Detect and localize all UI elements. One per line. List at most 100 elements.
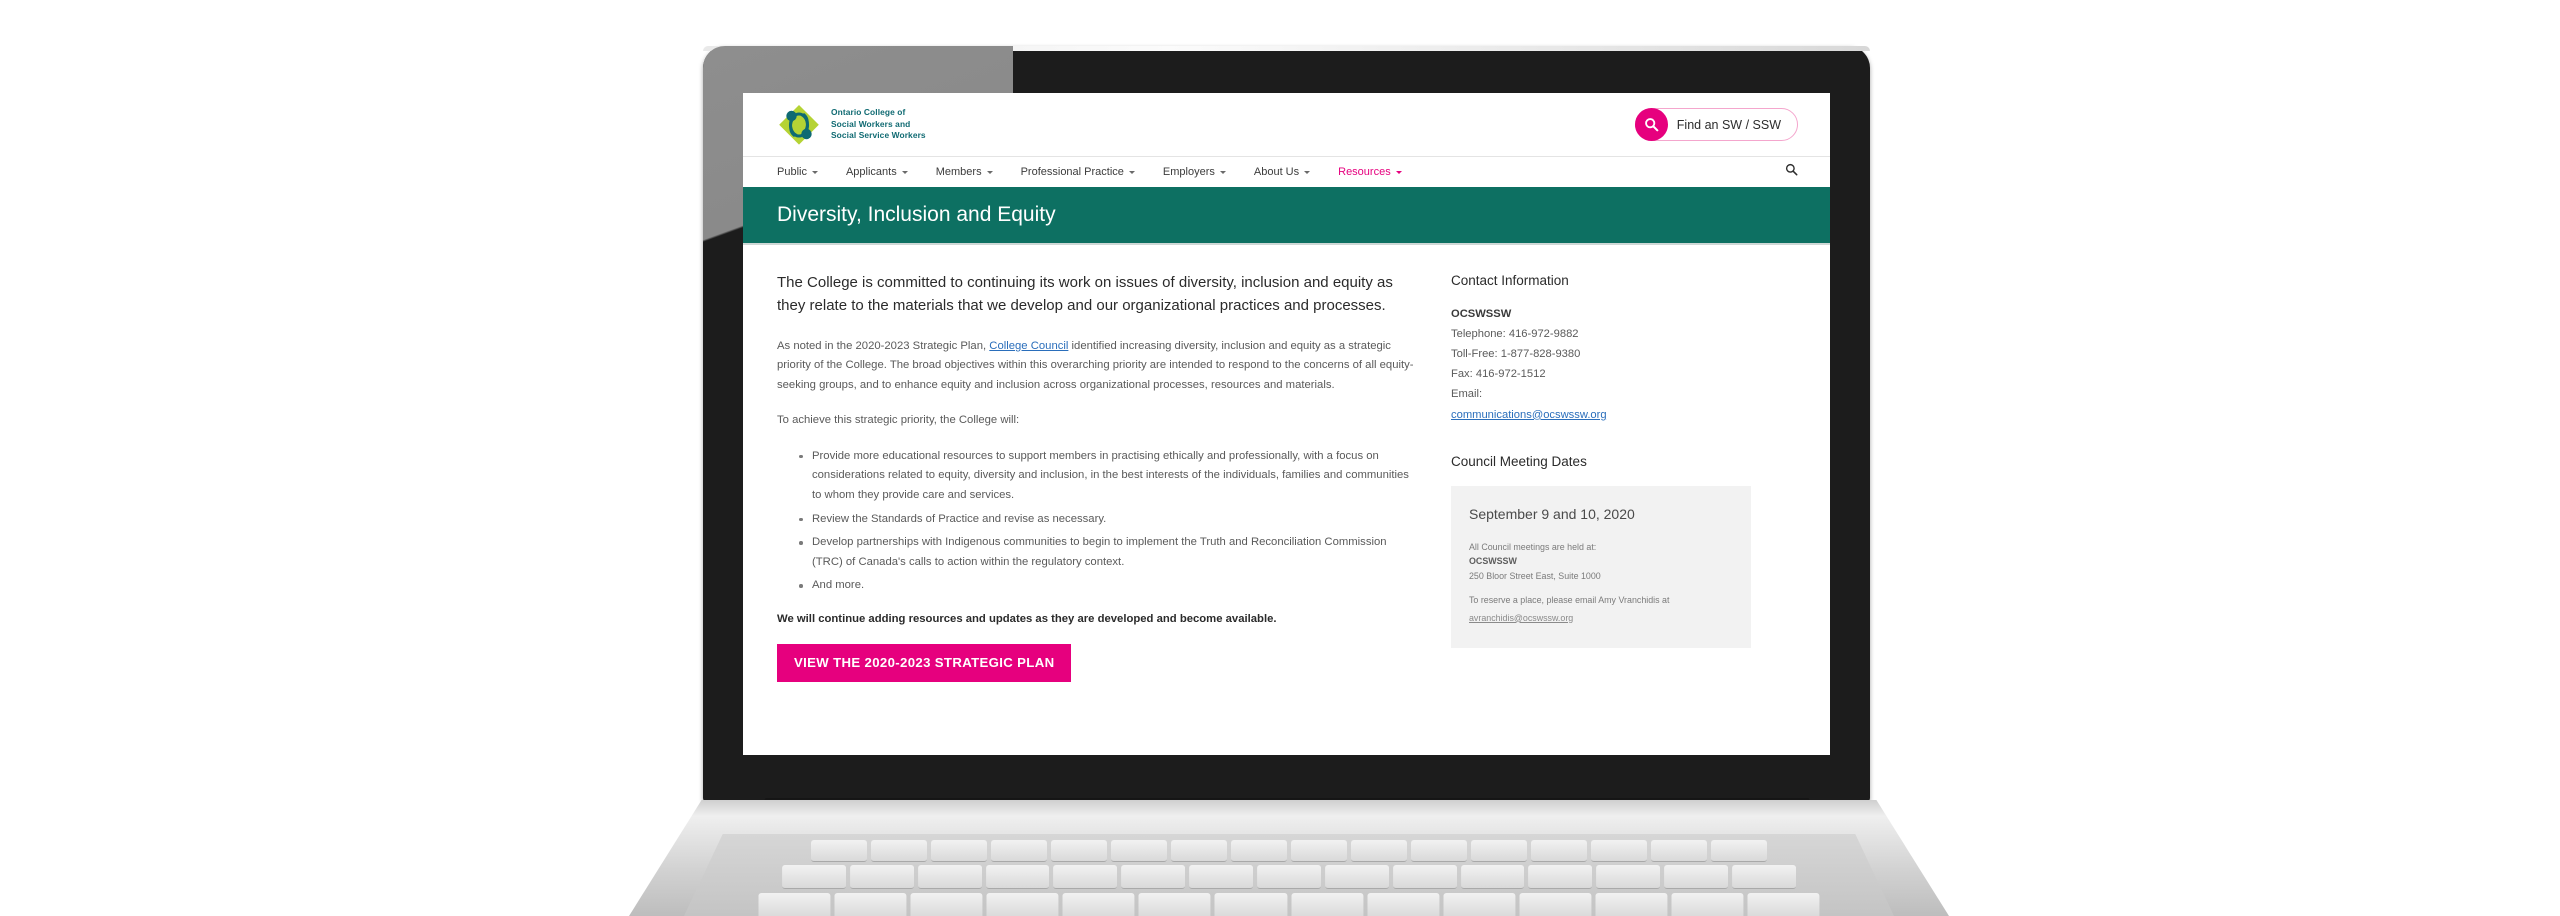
brand-line-3: Social Service Workers xyxy=(831,130,926,141)
council-meeting-card: September 9 and 10, 2020 All Council mee… xyxy=(1451,485,1751,648)
nav-item-resources[interactable]: Resources xyxy=(1338,166,1402,178)
contact-email-link[interactable]: communications@ocswssw.org xyxy=(1451,409,1607,421)
college-council-link[interactable]: College Council xyxy=(989,340,1068,352)
keyboard-key xyxy=(1138,893,1211,916)
keyboard-key xyxy=(1596,865,1661,889)
nav-label: Members xyxy=(935,166,982,178)
keyboard-key xyxy=(1711,840,1767,862)
keyboard-key xyxy=(782,865,846,889)
ocswssw-diamond-logo-icon xyxy=(777,103,821,147)
keyboard-key xyxy=(1291,840,1347,862)
sidebar: Contact Information OCSWSSW Telephone: 4… xyxy=(1451,271,1751,682)
keyboard-key xyxy=(1214,893,1287,916)
view-strategic-plan-button[interactable]: VIEW THE 2020-2023 STRATEGIC PLAN xyxy=(777,643,1072,682)
keyboard-key xyxy=(1519,893,1592,916)
main-navigation: Public Applicants Members Professional P… xyxy=(743,156,1830,187)
chevron-down-icon xyxy=(1304,170,1311,174)
brand-wordmark: Ontario College of Social Workers and So… xyxy=(831,107,926,143)
keyboard-key xyxy=(1051,840,1107,862)
keyboard-key xyxy=(1443,893,1516,916)
keyboard-key xyxy=(1531,840,1587,862)
keyboard-key xyxy=(758,893,831,916)
council-meeting-block: Council Meeting Dates September 9 and 10… xyxy=(1451,454,1751,648)
keyboard-key xyxy=(1595,893,1668,916)
find-sw-ssw-button[interactable]: Find an SW / SSW xyxy=(1634,108,1798,141)
nav-item-public[interactable]: Public xyxy=(777,166,818,178)
laptop-screen-bezel: Ontario College of Social Workers and So… xyxy=(703,46,1870,802)
contact-toll-free: Toll-Free: 1-877-828-9380 xyxy=(1451,347,1581,360)
keyboard-key xyxy=(1231,840,1287,862)
nav-item-about-us[interactable]: About Us xyxy=(1253,166,1311,178)
keyboard-key xyxy=(1591,840,1647,862)
keyboard-key xyxy=(986,893,1059,916)
keyboard-key xyxy=(834,893,907,916)
nav-label: Employers xyxy=(1162,166,1215,178)
closing-note: We will continue adding resources and up… xyxy=(777,612,1277,625)
keyboard-key xyxy=(1651,840,1707,862)
list-item: Review the Standards of Practice and rev… xyxy=(799,510,1417,530)
council-reserve-email-link[interactable]: avranchidis@ocswssw.org xyxy=(1469,613,1573,623)
council-address: 250 Bloor Street East, Suite 1000 xyxy=(1469,570,1601,581)
keyboard-key xyxy=(871,840,927,862)
card-spacer xyxy=(1469,583,1733,593)
chevron-down-icon xyxy=(1128,170,1135,174)
keyboard-key xyxy=(1053,865,1118,889)
keyboard-key xyxy=(985,865,1050,889)
keyboard-key xyxy=(991,840,1047,862)
contact-telephone: Telephone: 416-972-9882 xyxy=(1451,327,1579,340)
contact-fax: Fax: 416-972-1512 xyxy=(1451,367,1546,380)
paragraph-text-before-link: As noted in the 2020-2023 Strategic Plan… xyxy=(777,339,990,352)
keyboard-key xyxy=(1121,865,1186,889)
keyboard-key xyxy=(1367,893,1440,916)
keyboard-key xyxy=(917,865,982,889)
council-held-at-label: All Council meetings are held at: xyxy=(1469,542,1597,552)
bezel-top-highlight xyxy=(703,46,1870,51)
keyboard-key xyxy=(1732,865,1796,889)
nav-label: Professional Practice xyxy=(1020,166,1124,178)
nav-item-professional-practice[interactable]: Professional Practice xyxy=(1021,166,1135,178)
keyboard-key xyxy=(1257,865,1321,889)
page-title: Diversity, Inclusion and Equity xyxy=(777,203,1056,226)
council-org: OCSWSSW xyxy=(1469,556,1517,567)
keyboard-key xyxy=(811,840,867,862)
nav-item-employers[interactable]: Employers xyxy=(1163,166,1226,178)
keyboard-key xyxy=(1471,840,1527,862)
chevron-down-icon xyxy=(811,170,818,174)
keyboard-row xyxy=(758,893,1820,916)
search-icon[interactable] xyxy=(1785,163,1798,181)
keyboard-key xyxy=(1171,840,1227,862)
keyboard-key xyxy=(1111,840,1167,862)
contact-information-block: Contact Information OCSWSSW Telephone: 4… xyxy=(1451,273,1751,423)
chevron-down-icon xyxy=(1395,170,1402,174)
chevron-down-icon xyxy=(1219,170,1226,174)
commitments-list: Provide more educational resources to su… xyxy=(799,447,1417,596)
nav-item-applicants[interactable]: Applicants xyxy=(846,166,908,178)
council-reserve-text: To reserve a place, please email Amy Vra… xyxy=(1469,595,1670,606)
nav-label: About Us xyxy=(1253,166,1300,178)
keyboard-key xyxy=(1062,893,1135,916)
search-icon xyxy=(1634,108,1668,141)
keyboard-key xyxy=(931,840,987,862)
council-heading: Council Meeting Dates xyxy=(1451,453,1587,469)
strategic-plan-paragraph: As noted in the 2020-2023 Strategic Plan… xyxy=(777,337,1417,396)
keyboard-key xyxy=(1460,865,1525,889)
chevron-down-icon xyxy=(901,170,908,174)
list-item: And more. xyxy=(799,576,1417,596)
browser-viewport: Ontario College of Social Workers and So… xyxy=(743,93,1830,755)
list-item: Provide more educational resources to su… xyxy=(799,447,1417,506)
nav-item-members[interactable]: Members xyxy=(936,166,993,178)
keyboard-key xyxy=(1392,865,1457,889)
site-logo[interactable]: Ontario College of Social Workers and So… xyxy=(777,103,926,147)
page-title-banner: Diversity, Inclusion and Equity xyxy=(743,187,1830,245)
main-content-column: The College is committed to continuing i… xyxy=(777,271,1417,682)
find-sw-ssw-label: Find an SW / SSW xyxy=(1676,117,1781,132)
contact-org: OCSWSSW xyxy=(1451,308,1512,320)
keyboard-row xyxy=(782,865,1796,889)
keyboard-key xyxy=(1189,865,1254,889)
content-area: The College is committed to continuing i… xyxy=(743,245,1830,682)
keyboard-key xyxy=(910,893,983,916)
keyboard-key xyxy=(1291,893,1364,916)
keyboard-key xyxy=(1528,865,1593,889)
chevron-down-icon xyxy=(986,170,993,174)
council-meeting-date: September 9 and 10, 2020 xyxy=(1469,505,1635,522)
